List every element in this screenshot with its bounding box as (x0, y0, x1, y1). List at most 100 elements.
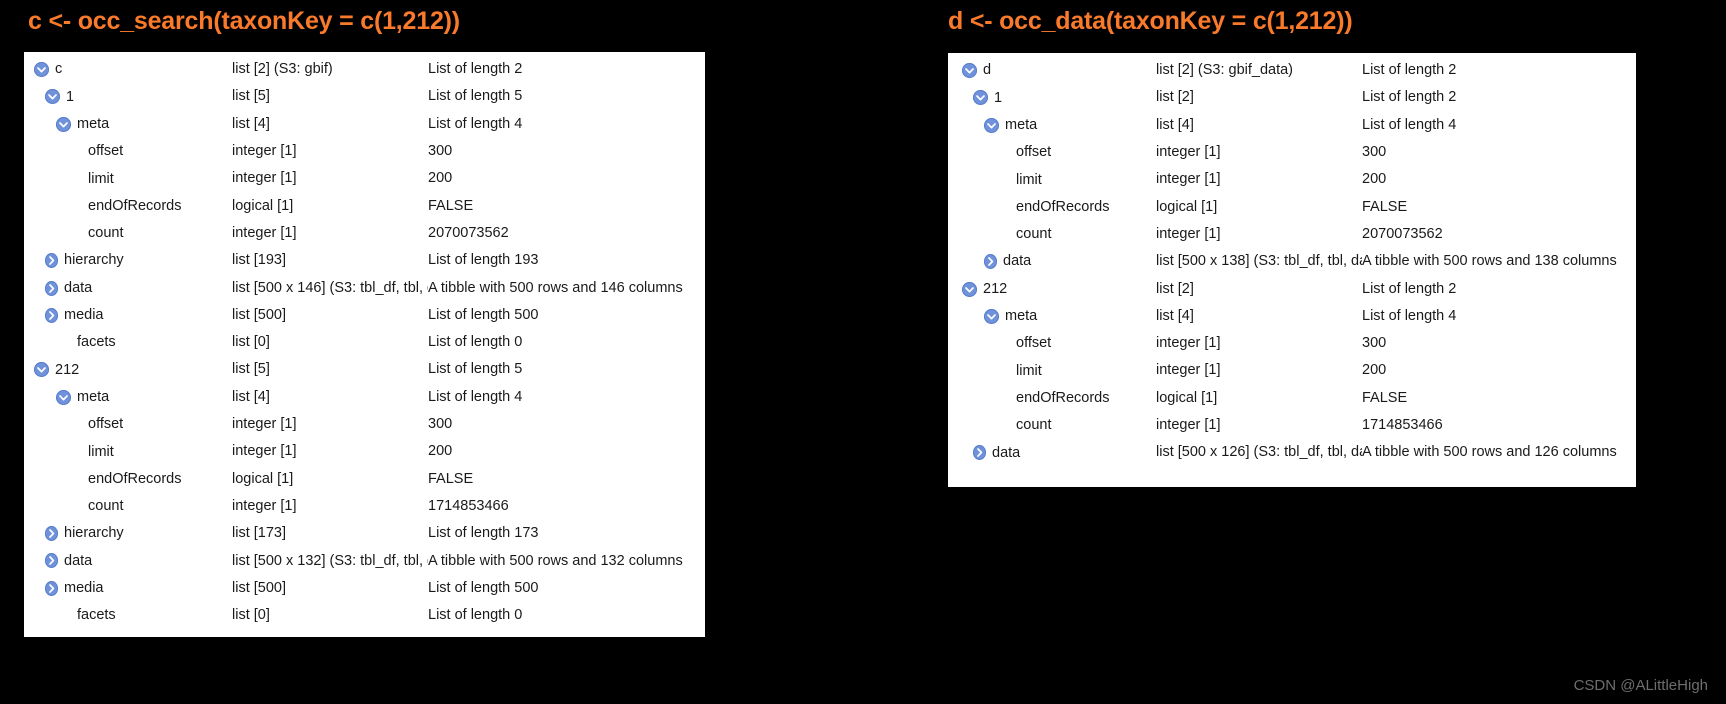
tree-row-value-cell: List of length 5 (428, 361, 705, 379)
tree-row[interactable]: media list [500] List of length 500 (24, 302, 705, 329)
tree-row[interactable]: endOfRecords logical [1] FALSE (24, 192, 705, 219)
tree-row-type: integer [1] (232, 416, 297, 433)
toggle-spacer (67, 444, 82, 459)
chevron-right-icon[interactable] (45, 580, 58, 596)
tree-row-label: data (992, 445, 1021, 461)
tree-row-type-cell: list [500 x 126] (S3: tbl_df, tbl, da (1156, 444, 1362, 462)
tree-row[interactable]: c list [2] (S3: gbif) List of length 2 (24, 56, 705, 83)
chevron-down-icon[interactable] (962, 281, 977, 297)
tree-row[interactable]: d list [2] (S3: gbif_data) List of length … (948, 57, 1636, 84)
tree-row-value: List of length 173 (428, 525, 539, 542)
left-object-viewer-panel[interactable]: c list [2] (S3: gbif) List of length 2 1 lis… (24, 52, 705, 637)
tree-row-type: integer [1] (1156, 144, 1221, 161)
chevron-down-icon[interactable] (56, 389, 71, 405)
tree-row[interactable]: data list [500 x 132] (S3: tbl_df, tbl, d… (24, 547, 705, 574)
tree-row-value: 300 (1362, 335, 1387, 352)
tree-row-value: List of length 5 (428, 361, 523, 378)
tree-row-name-cell: limit (948, 172, 1156, 187)
chevron-down-icon[interactable] (984, 117, 999, 133)
tree-row-type-cell: logical [1] (232, 197, 428, 215)
tree-row[interactable]: data list [500 x 126] (S3: tbl_df, tbl, d… (948, 439, 1636, 466)
tree-row-type-cell: integer [1] (1156, 362, 1362, 380)
tree-row-value: A tibble with 500 rows and 146 columns (428, 279, 683, 296)
chevron-right-icon[interactable] (984, 254, 997, 270)
tree-row-type-cell: list [2] (S3: gbif_data) (1156, 62, 1362, 80)
tree-row[interactable]: 1 list [5] List of length 5 (24, 83, 705, 110)
chevron-down-icon[interactable] (56, 116, 71, 132)
tree-row-label: media (64, 580, 104, 596)
tree-row[interactable]: offset integer [1] 300 (948, 139, 1636, 166)
tree-row-value: List of length 4 (428, 388, 523, 405)
chevron-right-icon[interactable] (45, 553, 58, 569)
right-object-viewer-panel[interactable]: d list [2] (S3: gbif_data) List of length … (948, 53, 1636, 487)
tree-row-type-cell: logical [1] (232, 470, 428, 488)
tree-row[interactable]: limit integer [1] 200 (948, 166, 1636, 193)
tree-row[interactable]: media list [500] List of length 500 (24, 575, 705, 602)
tree-row[interactable]: facets list [0] List of length 0 (24, 329, 705, 356)
tree-row-value: 1714853466 (428, 497, 509, 514)
chevron-right-icon[interactable] (45, 253, 58, 269)
tree-row[interactable]: hierarchy list [173] List of length 173 (24, 520, 705, 547)
tree-row-name-cell: meta (24, 116, 232, 132)
tree-row-name-cell: media (24, 580, 232, 596)
tree-row-value: List of length 193 (428, 252, 539, 269)
tree-row[interactable]: 1 list [2] List of length 2 (948, 84, 1636, 111)
tree-row[interactable]: endOfRecords logical [1] FALSE (24, 465, 705, 492)
tree-row-type-cell: list [2] (1156, 280, 1362, 298)
tree-row-name-cell: endOfRecords (948, 391, 1156, 406)
tree-row[interactable]: 212 list [2] List of length 2 (948, 275, 1636, 302)
tree-row-value-cell: 300 (428, 416, 705, 434)
tree-row-value-cell: A tibble with 500 rows and 126 columns (1362, 444, 1636, 462)
tree-row[interactable]: endOfRecords logical [1] FALSE (948, 193, 1636, 220)
chevron-down-icon[interactable] (45, 89, 60, 105)
tree-row-value: 2070073562 (428, 224, 509, 241)
tree-row[interactable]: limit integer [1] 200 (948, 357, 1636, 384)
tree-row[interactable]: hierarchy list [193] List of length 193 (24, 247, 705, 274)
toggle-spacer (67, 144, 82, 159)
tree-row[interactable]: offset integer [1] 300 (24, 138, 705, 165)
tree-row-value: 200 (1362, 362, 1387, 379)
tree-row[interactable]: count integer [1] 2070073562 (24, 220, 705, 247)
tree-row[interactable]: endOfRecords logical [1] FALSE (948, 385, 1636, 412)
tree-row[interactable]: facets list [0] List of length 0 (24, 602, 705, 629)
tree-row[interactable]: 212 list [5] List of length 5 (24, 356, 705, 383)
chevron-right-icon[interactable] (45, 307, 58, 323)
tree-row[interactable]: meta list [4] List of length 4 (24, 384, 705, 411)
chevron-down-icon[interactable] (984, 308, 999, 324)
chevron-right-icon[interactable] (973, 445, 986, 461)
tree-row[interactable]: count integer [1] 1714853466 (948, 412, 1636, 439)
chevron-right-icon[interactable] (45, 526, 58, 542)
tree-row-value: List of length 2 (1362, 280, 1457, 297)
tree-row-name-cell: meta (948, 308, 1156, 324)
tree-row[interactable]: offset integer [1] 300 (948, 330, 1636, 357)
tree-row-value-cell: 300 (1362, 335, 1636, 353)
tree-row[interactable]: limit integer [1] 200 (24, 165, 705, 192)
watermark-text: CSDN @ALittleHigh (1573, 677, 1708, 694)
toggle-spacer (995, 336, 1010, 351)
tree-row[interactable]: meta list [4] List of length 4 (948, 112, 1636, 139)
tree-row-type: list [4] (1156, 307, 1194, 324)
chevron-down-icon[interactable] (34, 362, 49, 378)
tree-row[interactable]: data list [500 x 138] (S3: tbl_df, tbl, d… (948, 248, 1636, 275)
tree-row-name-cell: hierarchy (24, 253, 232, 269)
tree-row-value: 200 (1362, 171, 1387, 188)
tree-row[interactable]: meta list [4] List of length 4 (24, 111, 705, 138)
tree-row-type: integer [1] (232, 170, 297, 187)
chevron-down-icon[interactable] (973, 90, 988, 106)
toggle-spacer (995, 227, 1010, 242)
tree-row[interactable]: count integer [1] 1714853466 (24, 493, 705, 520)
tree-row-type-cell: list [500 x 146] (S3: tbl_df, tbl, da (232, 279, 428, 297)
tree-row-type: list [4] (232, 115, 270, 132)
chevron-down-icon[interactable] (962, 63, 977, 79)
toggle-spacer (67, 499, 82, 514)
tree-row-type: list [500 x 138] (S3: tbl_df, tbl, da (1156, 253, 1362, 270)
tree-row-value: List of length 2 (428, 61, 523, 78)
chevron-down-icon[interactable] (34, 62, 49, 78)
tree-row[interactable]: data list [500 x 146] (S3: tbl_df, tbl, d… (24, 274, 705, 301)
tree-row[interactable]: offset integer [1] 300 (24, 411, 705, 438)
chevron-right-icon[interactable] (45, 280, 58, 296)
tree-row[interactable]: meta list [4] List of length 4 (948, 303, 1636, 330)
tree-row[interactable]: limit integer [1] 200 (24, 438, 705, 465)
tree-row[interactable]: count integer [1] 2070073562 (948, 221, 1636, 248)
tree-row-type-cell: integer [1] (1156, 225, 1362, 243)
